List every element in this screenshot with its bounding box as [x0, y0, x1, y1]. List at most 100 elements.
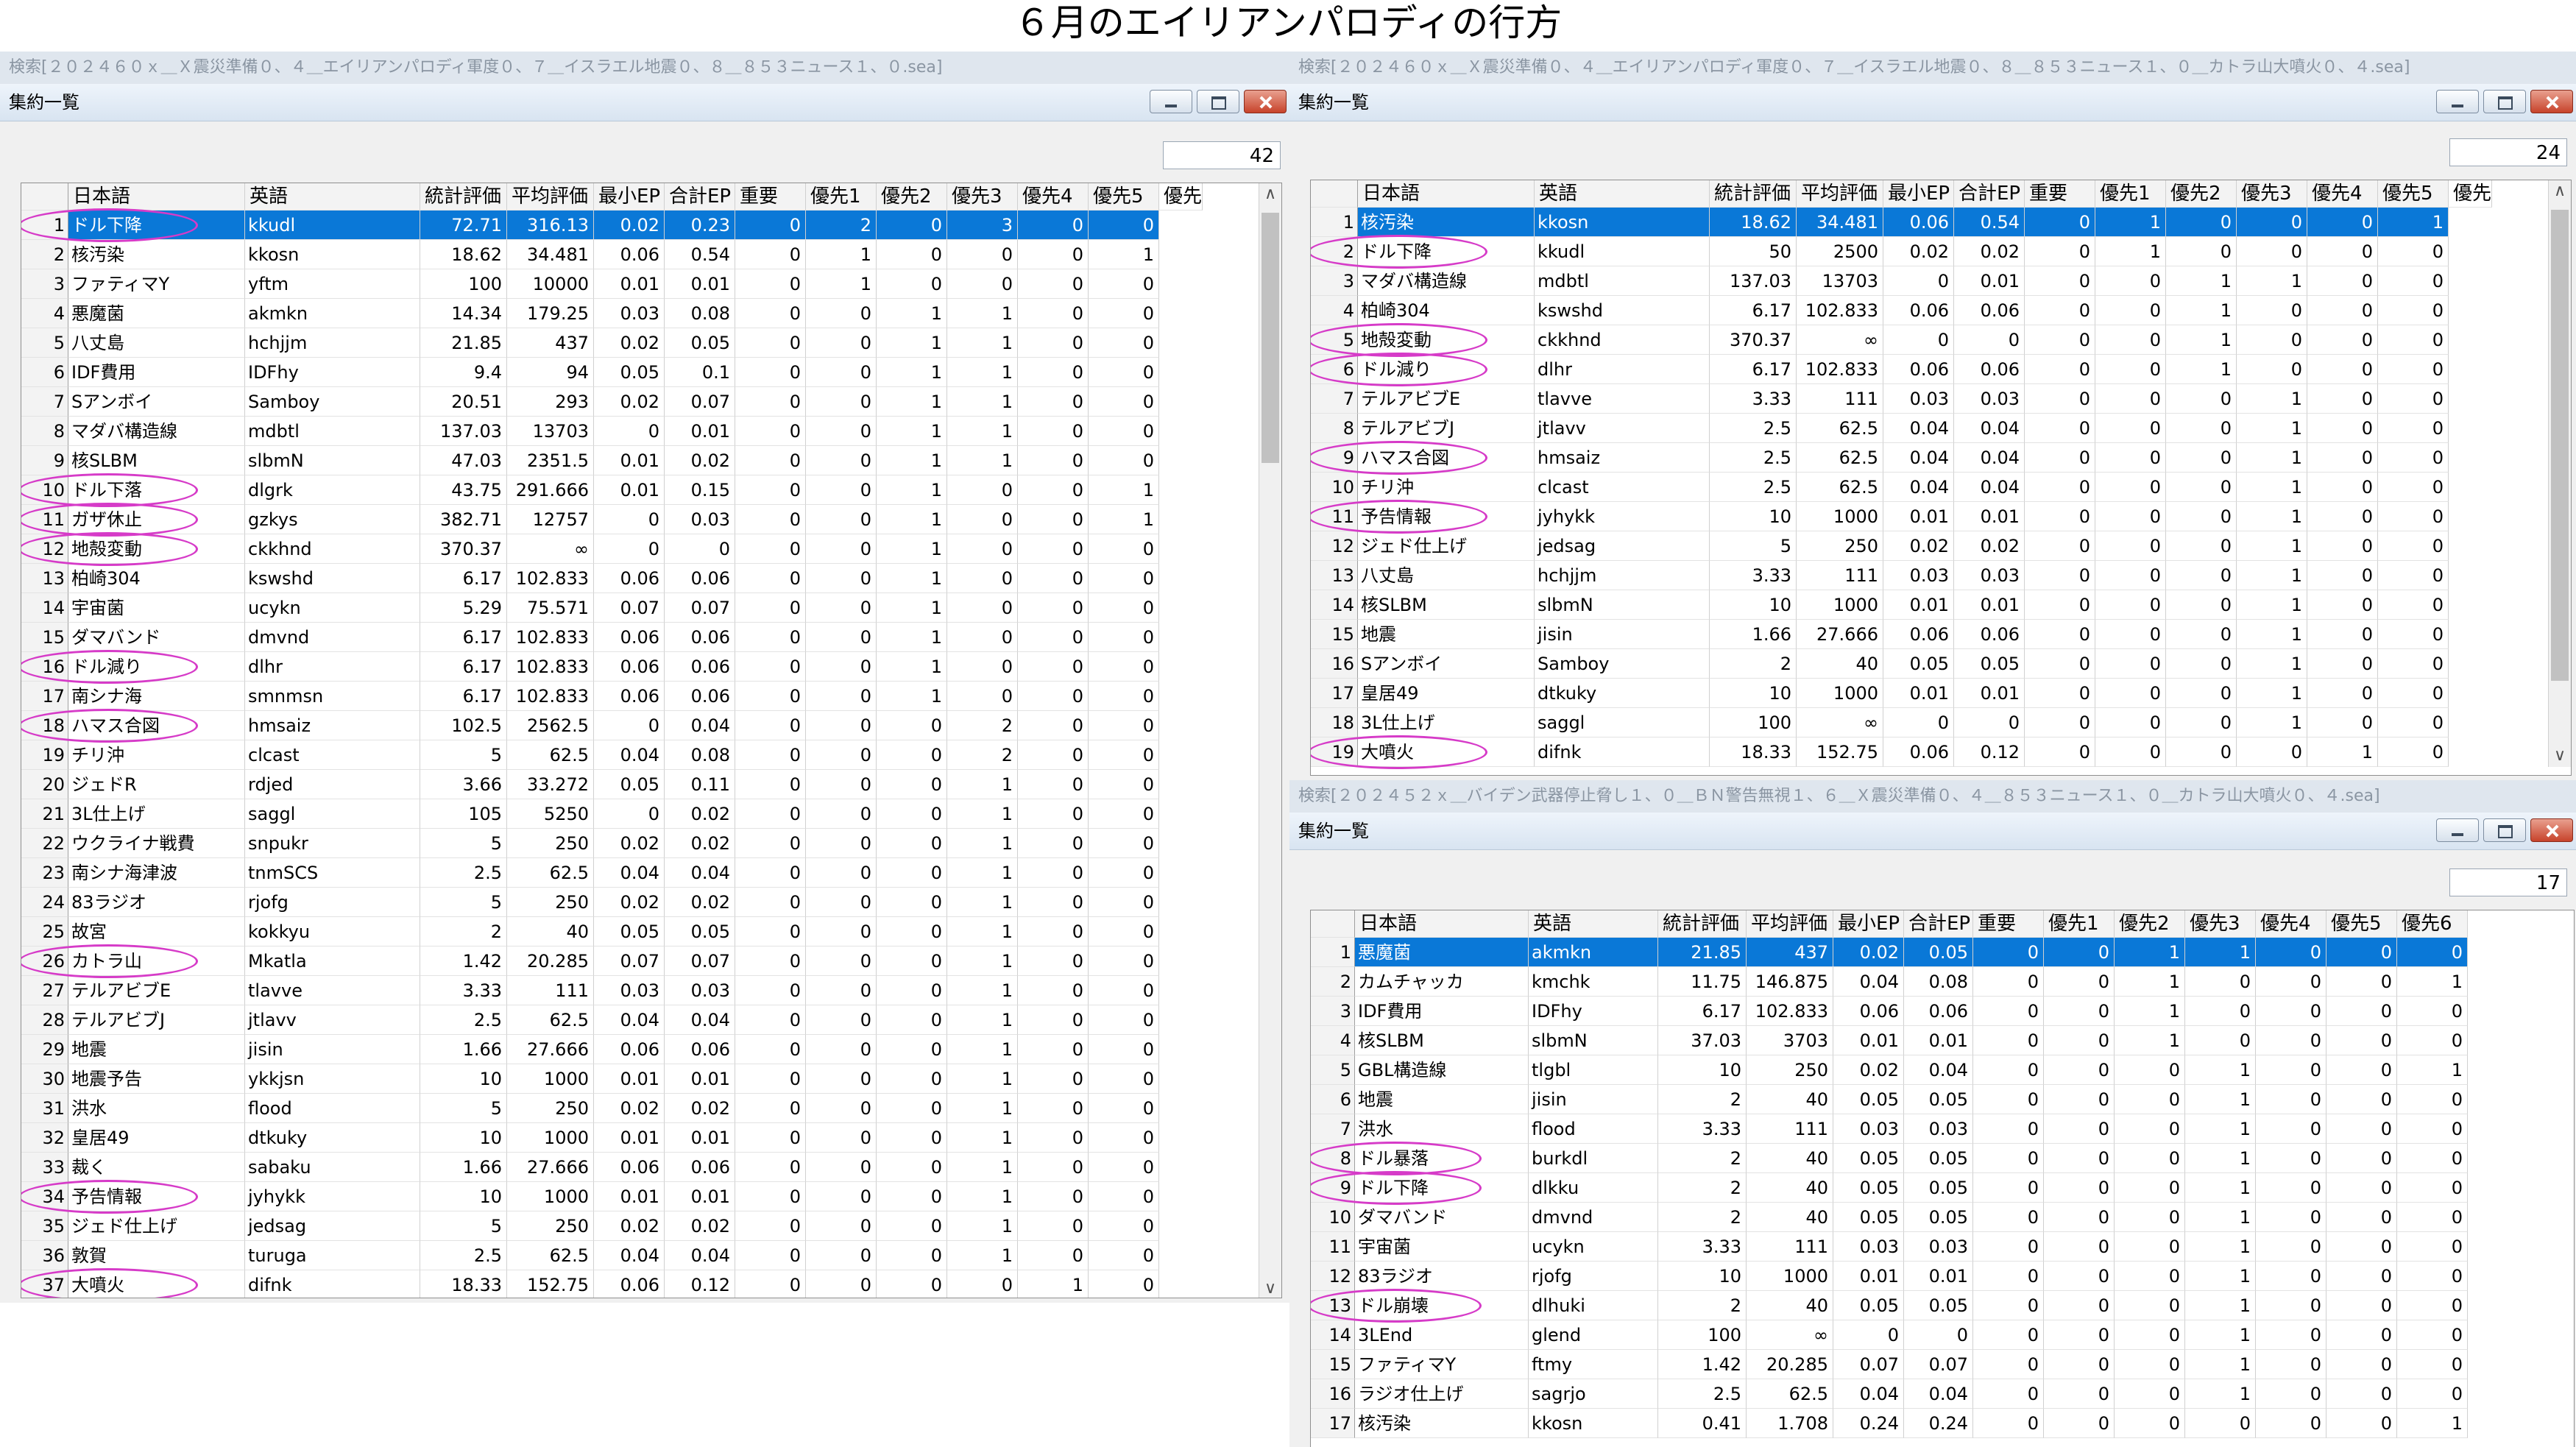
column-header[interactable]: 英語 — [1535, 180, 1710, 208]
table-row[interactable]: 9 ハマス合図 hmsaiz 2.5 62.5 0.04 0.04 0 0 0 1 0 0 — [1311, 443, 2449, 473]
column-header[interactable]: 優先4 — [2307, 180, 2378, 208]
vertical-scrollbar[interactable]: ∧ ∨ — [1259, 183, 1281, 1298]
table-row[interactable]: 35 ジェド仕上げ jedsag 5 250 0.02 0.02 0 0 0 1 0 0 — [21, 1211, 1159, 1241]
table-row[interactable]: 21 3L仕上げ saggl 105 5250 0 0.02 0 0 0 1 0 0 — [21, 799, 1159, 829]
column-header[interactable]: 優先1 — [2044, 910, 2115, 938]
column-header[interactable]: 優先4 — [2256, 910, 2326, 938]
column-header[interactable]: 統計評価 — [1710, 180, 1797, 208]
minimize-button[interactable] — [1150, 90, 1192, 113]
table-row[interactable]: 36 敦賀 turuga 2.5 62.5 0.04 0.04 0 0 0 1 0 0 — [21, 1241, 1159, 1270]
table-row[interactable]: 7 テルアビブE tlavve 3.33 111 0.03 0.03 0 0 0 1 0 0 — [1311, 384, 2449, 414]
column-header[interactable]: 優先 — [1159, 183, 1203, 210]
column-header[interactable]: 優先5 — [1089, 183, 1159, 210]
table-row[interactable]: 8 テルアビブJ jtlavv 2.5 62.5 0.04 0.04 0 0 0 1 0 0 — [1311, 414, 2449, 443]
table-row[interactable]: 31 洪水 flood 5 250 0.02 0.02 0 0 0 1 0 0 — [21, 1094, 1159, 1123]
table-row[interactable]: 17 南シナ海 smnmsn 6.17 102.833 0.06 0.06 0 0 1 0 0 0 — [21, 682, 1159, 711]
column-header[interactable]: 優先3 — [2185, 910, 2256, 938]
header-corner[interactable] — [21, 183, 68, 210]
table-row[interactable]: 37 大噴火 difnk 18.33 152.75 0.06 0.12 0 0 0 0 1 0 — [21, 1270, 1159, 1298]
table-row[interactable]: 4 悪魔菌 akmkn 14.34 179.25 0.03 0.08 0 0 1 1 0 0 — [21, 299, 1159, 328]
table-row-selected[interactable]: 1 ドル下降 kkudl 72.71 316.13 0.02 0.23 0 2 0 3 0 0 — [21, 210, 1159, 240]
header-corner[interactable] — [1311, 180, 1358, 208]
table-row-selected[interactable]: 1 核汚染 kkosn 18.62 34.481 0.06 0.54 0 1 0 0 0 1 — [1311, 208, 2449, 237]
column-header[interactable]: 英語 — [245, 183, 420, 210]
column-header[interactable]: 重要 — [2025, 180, 2095, 208]
column-header[interactable]: 優先1 — [806, 183, 877, 210]
table-row[interactable]: 9 ドル下降 dlkku 2 40 0.05 0.05 0 0 0 1 0 0 0 — [1311, 1173, 2468, 1203]
table-row[interactable]: 16 Sアンボイ Samboy 2 40 0.05 0.05 0 0 0 1 0 0 — [1311, 649, 2449, 679]
close-button[interactable] — [2530, 818, 2573, 842]
table-row[interactable]: 12 ジェド仕上げ jedsag 5 250 0.02 0.02 0 0 0 1 0 0 — [1311, 531, 2449, 561]
column-header[interactable]: 合計EP — [665, 183, 735, 210]
scroll-up-arrow-icon[interactable]: ∧ — [2549, 180, 2571, 202]
scroll-up-arrow-icon[interactable]: ∧ — [1259, 183, 1281, 205]
table-row[interactable]: 12 地殻変動 ckkhnd 370.37 ∞ 0 0 0 0 1 0 0 0 — [21, 534, 1159, 564]
column-header[interactable]: 最小EP — [1833, 910, 1904, 938]
results-grid[interactable]: 日本語 英語 統計評価 平均評価 最小EP 合計EP 重要 優先1 優先2 優先3 優先4 優先5 優先… — [1310, 910, 2575, 1447]
column-header[interactable]: 最小EP — [1883, 180, 1954, 208]
table-row[interactable]: 19 チリ沖 clcast 5 62.5 0.04 0.08 0 0 0 2 0 0 — [21, 740, 1159, 770]
table-row[interactable]: 26 カトラ山 Mkatla 1.42 20.285 0.07 0.07 0 0 0 1 0 0 — [21, 947, 1159, 976]
table-row[interactable]: 14 核SLBM slbmN 10 1000 0.01 0.01 0 0 0 1 0 0 — [1311, 590, 2449, 620]
column-header[interactable]: 日本語 — [1358, 180, 1535, 208]
maximize-button[interactable] — [1197, 90, 1239, 113]
table-row[interactable]: 7 Sアンボイ Samboy 20.51 293 0.02 0.07 0 0 1 1 0 0 — [21, 387, 1159, 417]
scroll-thumb[interactable] — [1262, 213, 1279, 463]
table-row[interactable]: 20 ジェドR rdjed 3.66 33.272 0.05 0.11 0 0 0 1 0 0 — [21, 770, 1159, 799]
table-row[interactable]: 3 マダバ構造線 mdbtl 137.03 13703 0 0.01 0 0 1 1 0 0 — [1311, 266, 2449, 296]
table-row[interactable]: 13 柏崎304 kswshd 6.17 102.833 0.06 0.06 0 0 1 0 0 0 — [21, 564, 1159, 593]
table-row[interactable]: 10 ダマバンド dmvnd 2 40 0.05 0.05 0 0 0 1 0 0 0 — [1311, 1203, 2468, 1232]
scroll-down-arrow-icon[interactable]: ∨ — [2549, 745, 2571, 767]
column-header[interactable]: 合計EP — [1904, 910, 1973, 938]
table-row[interactable]: 6 ドル減り dlhr 6.17 102.833 0.06 0.06 0 0 1 0 0 0 — [1311, 355, 2449, 384]
table-row[interactable]: 18 3L仕上げ saggl 100 ∞ 0 0 0 0 0 1 0 0 — [1311, 708, 2449, 737]
table-row[interactable]: 13 ドル崩壊 dlhuki 2 40 0.05 0.05 0 0 0 1 0 0 0 — [1311, 1291, 2468, 1320]
table-row[interactable]: 30 地震予告 ykkjsn 10 1000 0.01 0.01 0 0 0 1 0 0 — [21, 1064, 1159, 1094]
column-header[interactable]: 日本語 — [68, 183, 245, 210]
table-row[interactable]: 34 予告情報 jyhykk 10 1000 0.01 0.01 0 0 0 1 0 0 — [21, 1182, 1159, 1211]
column-header[interactable]: 優先3 — [2237, 180, 2307, 208]
table-row[interactable]: 10 チリ沖 clcast 2.5 62.5 0.04 0.04 0 0 0 1 0 0 — [1311, 473, 2449, 502]
column-header[interactable]: 平均評価 — [507, 183, 594, 210]
close-button[interactable] — [1244, 90, 1287, 113]
column-header[interactable]: 優先5 — [2378, 180, 2449, 208]
results-grid[interactable]: 日本語 英語 統計評価 平均評価 最小EP 合計EP 重要 優先1 優先2 優先3 優先4 優先5 優先… — [21, 183, 1282, 1298]
header-corner[interactable] — [1311, 910, 1355, 938]
table-row[interactable]: 15 地震 jisin 1.66 27.666 0.06 0.06 0 0 0 1 0 0 — [1311, 620, 2449, 649]
column-header[interactable]: 優先2 — [2115, 910, 2185, 938]
table-row[interactable]: 12 83ラジオ rjofg 10 1000 0.01 0.01 0 0 0 1 0 0 0 — [1311, 1262, 2468, 1291]
table-row[interactable]: 5 GBL構造線 tlgbl 10 250 0.02 0.04 0 0 0 1 0 0 1 — [1311, 1055, 2468, 1085]
minimize-button[interactable] — [2436, 90, 2479, 113]
column-header[interactable]: 優先5 — [2326, 910, 2397, 938]
column-header[interactable]: 英語 — [1529, 910, 1658, 938]
table-row[interactable]: 11 ガザ休止 gzkys 382.71 12757 0 0.03 0 0 1 0 0 1 — [21, 505, 1159, 534]
vertical-scrollbar[interactable]: ∧ ∨ — [2548, 180, 2571, 767]
column-header[interactable]: 優先2 — [2166, 180, 2237, 208]
table-row[interactable]: 2 核汚染 kkosn 18.62 34.481 0.06 0.54 0 1 0 0 0 1 — [21, 240, 1159, 269]
table-row[interactable]: 18 ハマス合図 hmsaiz 102.5 2562.5 0 0.04 0 0 0 2 0 0 — [21, 711, 1159, 740]
table-row[interactable]: 2 ドル下降 kkudl 50 2500 0.02 0.02 0 1 0 0 0 0 — [1311, 237, 2449, 266]
column-header[interactable]: 最小EP — [594, 183, 665, 210]
table-row[interactable]: 23 南シナ海津波 tnmSCS 2.5 62.5 0.04 0.04 0 0 0 1 0 0 — [21, 858, 1159, 888]
column-header[interactable]: 優先1 — [2095, 180, 2166, 208]
table-row[interactable]: 19 大噴火 difnk 18.33 152.75 0.06 0.12 0 0 0 0 1 0 — [1311, 737, 2449, 767]
table-row[interactable]: 3 IDF費用 IDFhy 6.17 102.833 0.06 0.06 0 0 1 0 0 0 0 — [1311, 997, 2468, 1026]
results-grid[interactable]: 日本語 英語 統計評価 平均評価 最小EP 合計EP 重要 優先1 優先2 優先3 優先4 優先5 優先… — [1310, 180, 2572, 776]
table-row[interactable]: 11 宇宙菌 ucykn 3.33 111 0.03 0.03 0 0 0 1 0 0 0 — [1311, 1232, 2468, 1262]
scroll-down-arrow-icon[interactable]: ∨ — [1259, 1278, 1281, 1298]
column-header[interactable]: 平均評価 — [1747, 910, 1833, 938]
table-row[interactable]: 4 核SLBM slbmN 37.03 3703 0.01 0.01 0 0 1 0 0 0 0 — [1311, 1026, 2468, 1055]
table-row[interactable]: 13 八丈島 hchjjm 3.33 111 0.03 0.03 0 0 0 1 0 0 — [1311, 561, 2449, 590]
column-header[interactable]: 日本語 — [1355, 910, 1529, 938]
column-header[interactable]: 優先6 — [2397, 910, 2468, 938]
table-row[interactable]: 17 皇居49 dtkuky 10 1000 0.01 0.01 0 0 0 1 0 0 — [1311, 679, 2449, 708]
column-header[interactable]: 統計評価 — [420, 183, 507, 210]
table-row[interactable]: 4 柏崎304 kswshd 6.17 102.833 0.06 0.06 0 0 1 0 0 0 — [1311, 296, 2449, 325]
table-row[interactable]: 8 ドル暴落 burkdl 2 40 0.05 0.05 0 0 0 1 0 0 0 — [1311, 1144, 2468, 1173]
table-row[interactable]: 5 地殻変動 ckkhnd 370.37 ∞ 0 0 0 0 1 0 0 0 — [1311, 325, 2449, 355]
column-header[interactable]: 優先2 — [877, 183, 947, 210]
table-row[interactable]: 14 宇宙菌 ucykn 5.29 75.571 0.07 0.07 0 0 1 0 0 0 — [21, 593, 1159, 623]
table-row[interactable]: 33 裁く sabaku 1.66 27.666 0.06 0.06 0 0 0 1 0 0 — [21, 1153, 1159, 1182]
table-row[interactable]: 32 皇居49 dtkuky 10 1000 0.01 0.01 0 0 0 1 0 0 — [21, 1123, 1159, 1153]
table-row[interactable]: 2 カムチャッカ kmchk 11.75 146.875 0.04 0.08 0 0 1 0 0 0 1 — [1311, 967, 2468, 997]
